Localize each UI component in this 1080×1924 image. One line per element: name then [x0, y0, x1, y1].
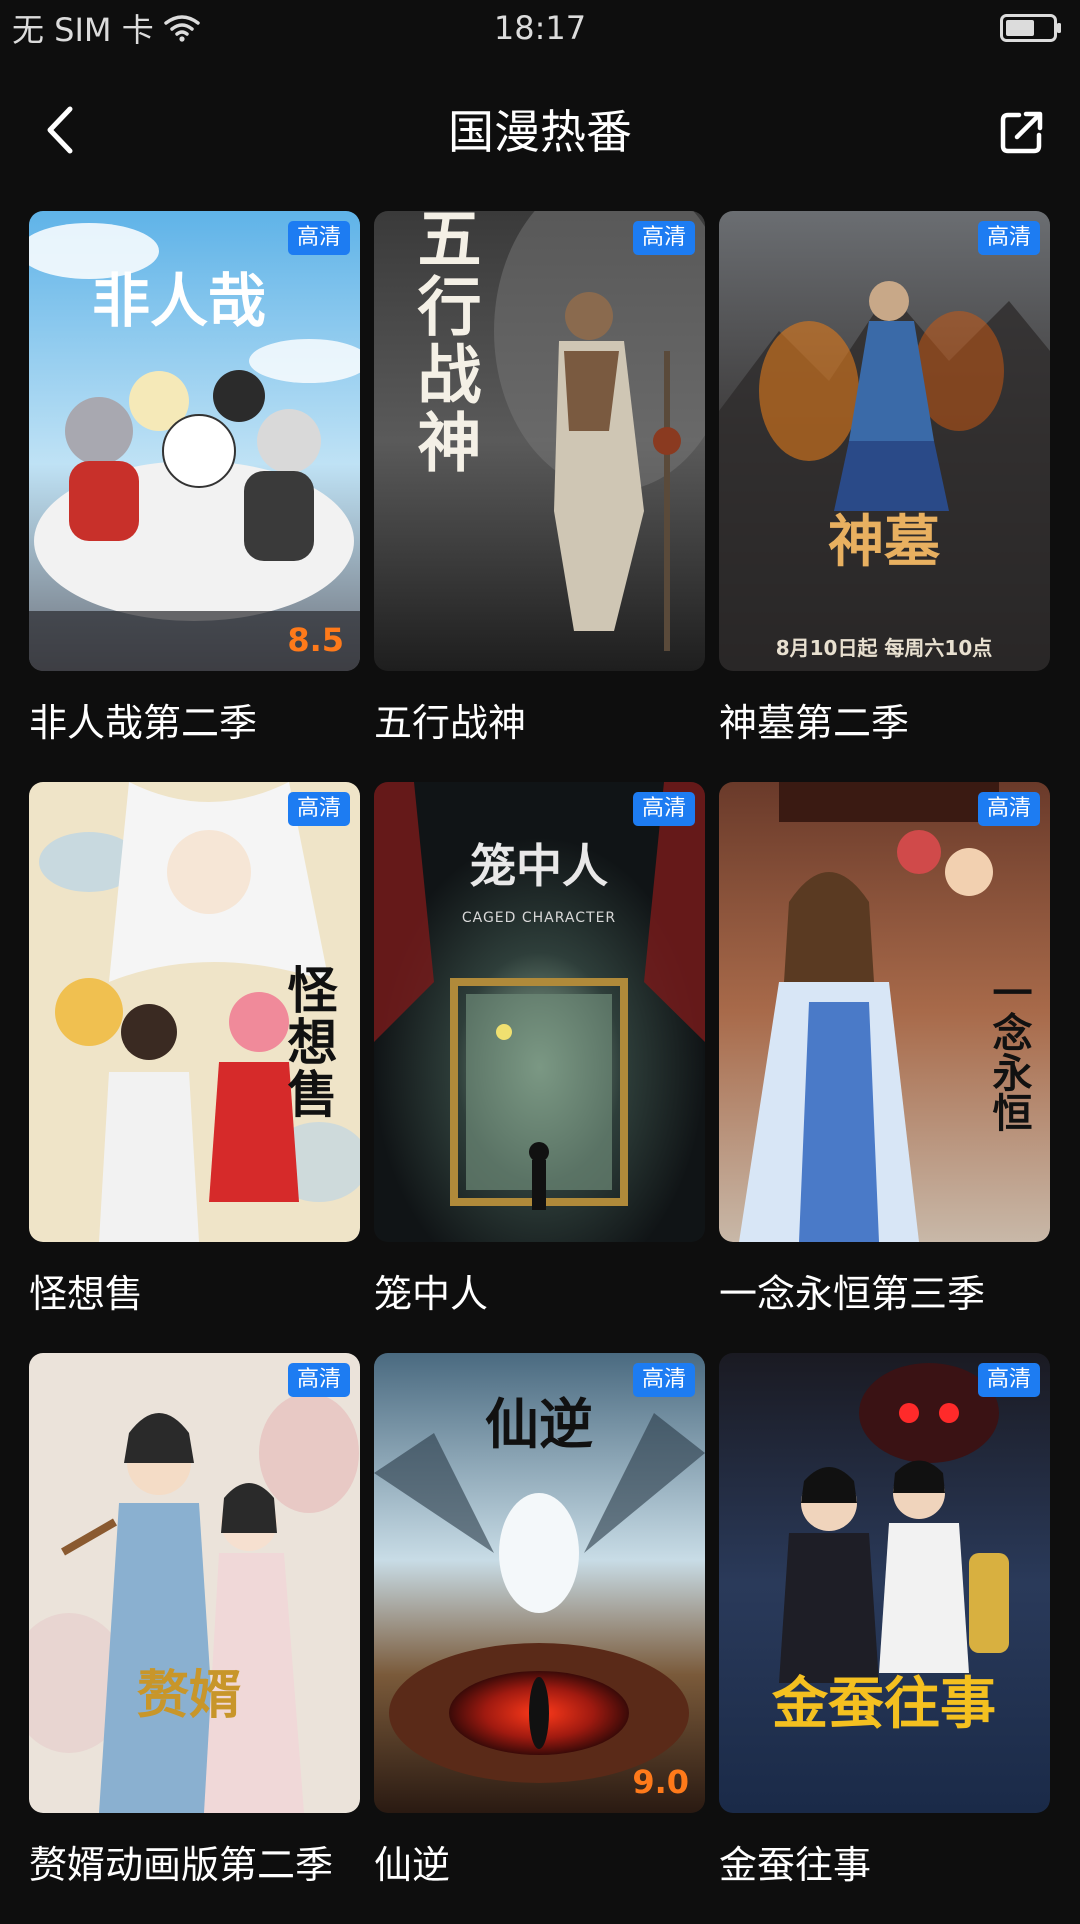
poster-image[interactable]: 五行战神 高清 — [374, 211, 705, 671]
poster-image[interactable]: 仙逆 高清 9.0 — [374, 1353, 705, 1813]
anime-title[interactable]: 金蚕往事 — [719, 1841, 1079, 1889]
anime-card[interactable]: 仙逆 高清 9.0 仙逆 — [374, 1353, 705, 1924]
poster-image[interactable]: 神墓 8月10日起 每周六10点 高清 — [719, 211, 1050, 671]
poster-art: 五行战神 — [374, 211, 705, 671]
anime-title[interactable]: 赘婿动画版第二季 — [29, 1841, 389, 1889]
poster-text: 一念永恒 — [986, 972, 1033, 1132]
poster-text: 笼中人 — [470, 839, 608, 893]
poster-art: 仙逆 — [374, 1353, 705, 1813]
anime-card[interactable]: 神墓 8月10日起 每周六10点 高清 神墓第二季 — [719, 211, 1050, 782]
poster-art: 金蚕往事 — [719, 1353, 1050, 1813]
anime-title[interactable]: 仙逆 — [374, 1841, 734, 1889]
poster-art: 一念永恒 — [719, 782, 1050, 1242]
poster-image[interactable]: 笼中人 CAGED CHARACTER 高清 — [374, 782, 705, 1242]
poster-art: 非人哉 — [29, 211, 360, 671]
poster-art: 赘婿 — [29, 1353, 360, 1813]
poster-image[interactable]: 一念永恒 高清 — [719, 782, 1050, 1242]
hd-badge: 高清 — [287, 221, 350, 255]
poster-art: 神墓 8月10日起 每周六10点 — [719, 211, 1050, 671]
anime-card[interactable]: 怪想售 高清 怪想售 — [29, 782, 360, 1353]
battery-icon — [1000, 14, 1061, 42]
share-icon — [1000, 111, 1043, 154]
clock: 18:17 — [493, 9, 587, 47]
rating-score: 9.0 — [632, 1763, 689, 1801]
poster-art: 怪想售 — [29, 782, 360, 1242]
anime-grid: 非人哉 高清 8.5 非人哉第二季 五行战神 高清 五行战神 神墓 8月10日起… — [29, 211, 1051, 1924]
page-title: 国漫热番 — [448, 105, 632, 159]
poster-subtext: 8月10日起 每周六10点 — [776, 636, 993, 660]
hd-badge: 高清 — [977, 1363, 1040, 1397]
poster-text: 仙逆 — [485, 1392, 593, 1456]
hd-badge: 高清 — [977, 792, 1040, 826]
rating-score: 8.5 — [287, 621, 344, 659]
poster-text: 赘婿 — [137, 1665, 241, 1726]
anime-title[interactable]: 笼中人 — [374, 1270, 734, 1318]
hd-badge: 高清 — [632, 792, 695, 826]
hd-badge: 高清 — [632, 1363, 695, 1397]
anime-card[interactable]: 笼中人 CAGED CHARACTER 高清 笼中人 — [374, 782, 705, 1353]
anime-title[interactable]: 怪想售 — [29, 1270, 389, 1318]
anime-title[interactable]: 五行战神 — [374, 699, 734, 747]
anime-card[interactable]: 非人哉 高清 8.5 非人哉第二季 — [29, 211, 360, 782]
poster-image[interactable]: 怪想售 高清 — [29, 782, 360, 1242]
hd-badge: 高清 — [977, 221, 1040, 255]
anime-title[interactable]: 神墓第二季 — [719, 699, 1079, 747]
anime-card[interactable]: 一念永恒 高清 一念永恒第三季 — [719, 782, 1050, 1353]
anime-card[interactable]: 五行战神 高清 五行战神 — [374, 211, 705, 782]
poster-text: 五行战神 — [407, 211, 482, 477]
status-bar: 无 SIM 卡 18:17 — [0, 0, 1080, 56]
poster-text: 非人哉 — [92, 267, 266, 335]
hd-badge: 高清 — [287, 1363, 350, 1397]
anime-card[interactable]: 赘婿 高清 赘婿动画版第二季 — [29, 1353, 360, 1924]
poster-text: 神墓 — [828, 509, 941, 575]
anime-title[interactable]: 一念永恒第三季 — [719, 1270, 1079, 1318]
poster-text: 怪想售 — [280, 964, 339, 1120]
anime-card[interactable]: 金蚕往事 高清 金蚕往事 — [719, 1353, 1050, 1924]
poster-subtext: CAGED CHARACTER — [462, 910, 616, 926]
anime-title[interactable]: 非人哉第二季 — [29, 699, 389, 747]
hd-badge: 高清 — [632, 221, 695, 255]
poster-art: 笼中人 CAGED CHARACTER — [374, 782, 705, 1242]
poster-text: 金蚕往事 — [771, 1671, 996, 1737]
poster-image[interactable]: 非人哉 高清 8.5 — [29, 211, 360, 671]
nav-bar: 国漫热番 — [0, 80, 1080, 180]
hd-badge: 高清 — [287, 792, 350, 826]
share-button[interactable] — [992, 102, 1052, 162]
poster-image[interactable]: 赘婿 高清 — [29, 1353, 360, 1813]
poster-image[interactable]: 金蚕往事 高清 — [719, 1353, 1050, 1813]
